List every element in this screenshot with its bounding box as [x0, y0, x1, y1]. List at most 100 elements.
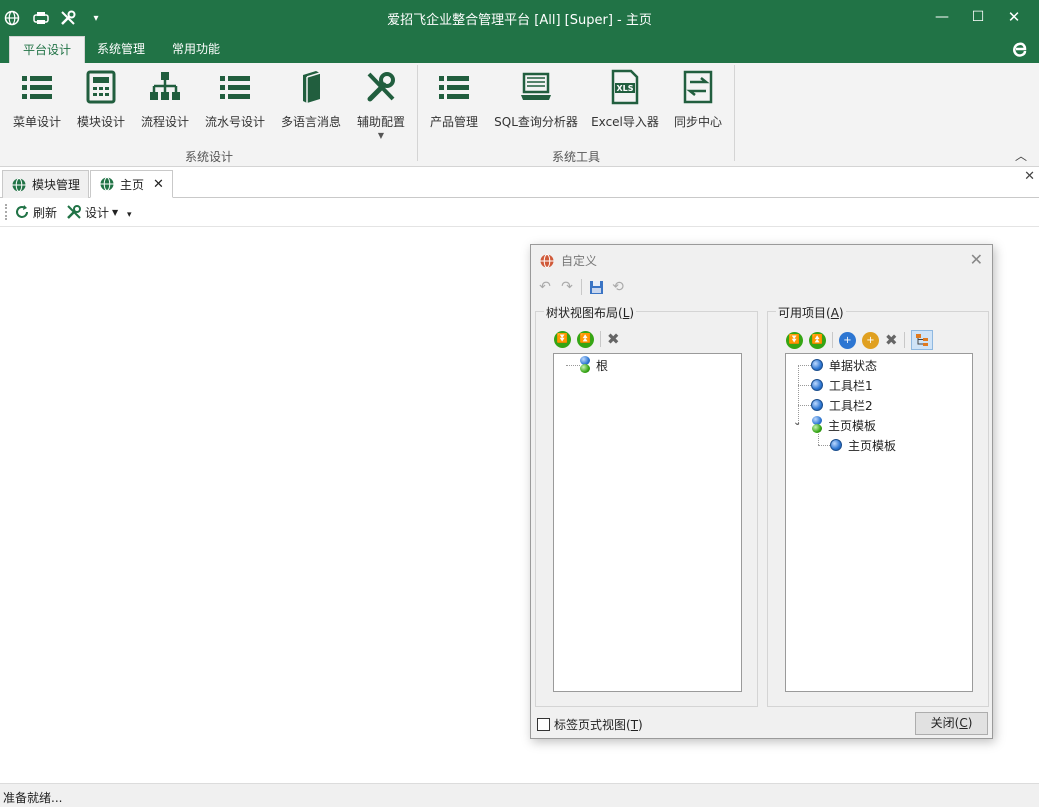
doc-tab-home[interactable]: 主页 ✕ — [90, 170, 173, 198]
dialog-toolbar: ↶ ↷ ⟲ — [537, 279, 626, 295]
toolbar-grip — [5, 204, 7, 220]
flow-design-button[interactable]: 流程设计 — [138, 69, 192, 149]
ribbon-tabs: 平台设计 系统管理 常用功能 — [0, 35, 1039, 63]
design-label: 设计 — [85, 205, 110, 220]
undo-icon[interactable]: ↶ — [537, 279, 553, 295]
dialog-close-icon[interactable]: ✕ — [970, 250, 983, 269]
delete-icon[interactable]: ✖ — [607, 330, 620, 348]
flow-design-label: 流程设计 — [140, 115, 189, 129]
expand-chevron-icon[interactable]: ⌄ — [793, 417, 801, 428]
dialog-title-bar: 自定义 — [539, 252, 597, 269]
group-separator — [734, 65, 735, 161]
auxiliary-config-label: 辅助配置 — [356, 115, 405, 129]
tree-layout-group: 树状视图布局(L) ⏬ ⏫ ✖ 根 — [535, 304, 758, 707]
sync-center-label: 同步中心 — [673, 115, 722, 129]
node-icon — [811, 399, 823, 411]
edge-logo-icon[interactable] — [1009, 39, 1029, 59]
design-dropdown-button[interactable]: 设计 ▼ — [66, 203, 118, 221]
reset-icon[interactable]: ⟲ — [610, 279, 626, 295]
chevron-down-icon: ▼ — [377, 131, 385, 140]
node-label: 工具栏2 — [829, 398, 873, 413]
group-separator — [417, 65, 418, 161]
tree-node[interactable]: 工具栏1 — [811, 376, 873, 394]
checkbox-label: 标签页式视图(T) — [554, 718, 643, 732]
tabbed-view-checkbox[interactable]: 标签页式视图(T) — [537, 716, 643, 733]
collapse-ribbon-icon[interactable]: ︿ — [1015, 147, 1027, 164]
excel-importer-button[interactable]: XLS Excel导入器 — [590, 69, 660, 149]
calculator-icon — [86, 70, 116, 104]
sync-center-button[interactable]: 同步中心 — [670, 69, 726, 149]
add-group-icon[interactable]: + — [862, 331, 879, 349]
node-icon — [812, 416, 822, 434]
hierarchy-view-icon[interactable] — [910, 330, 933, 350]
move-up-icon[interactable]: ⏫ — [577, 330, 594, 348]
list-icon — [439, 76, 469, 99]
globe-icon — [100, 177, 114, 191]
delete-icon[interactable]: ✖ — [885, 331, 898, 349]
available-items-group: 可用项目(A) ⏬ ⏫ + + ✖ 单据状态 工具栏1 工具栏2 ⌄ 主页模板 … — [767, 304, 989, 707]
tab-platform-design[interactable]: 平台设计 — [9, 36, 86, 63]
tab-system-management[interactable]: 系统管理 — [84, 36, 158, 63]
toolbar-separator — [832, 332, 833, 348]
node-label: 根 — [596, 358, 609, 373]
tree-node-root[interactable]: 根 — [580, 356, 608, 374]
sql-analyzer-button[interactable]: SQL查询分析器 — [492, 69, 580, 149]
close-tab-icon[interactable]: ✕ — [153, 177, 164, 192]
product-management-button[interactable]: 产品管理 — [426, 69, 482, 149]
tree-layout-group-label: 树状视图布局(L) — [544, 304, 637, 321]
tree-layout-view[interactable]: 根 — [553, 353, 742, 692]
status-text: 准备就绪... — [3, 791, 63, 805]
tree-layout-tools: ⏬ ⏫ ✖ — [554, 330, 620, 348]
serial-number-design-label: 流水号设计 — [204, 115, 265, 129]
tree-node[interactable]: 单据状态 — [811, 356, 877, 374]
doc-tab-module-management[interactable]: 模块管理 — [2, 170, 90, 198]
auxiliary-config-button[interactable]: 辅助配置 ▼ — [354, 69, 408, 149]
refresh-button[interactable]: 刷新 — [14, 203, 57, 221]
sql-analyzer-label: SQL查询分析器 — [494, 115, 578, 129]
tree-node-child[interactable]: 主页模板 — [830, 436, 896, 454]
available-items-view[interactable]: 单据状态 工具栏1 工具栏2 ⌄ 主页模板 主页模板 — [785, 353, 973, 692]
available-items-tools: ⏬ ⏫ + + ✖ — [786, 330, 933, 350]
window-close-button[interactable]: ✕ — [999, 6, 1029, 28]
ribbon: 菜单设计 模块设计 流程设计 流水号设计 多语言消息 辅助配置 ▼ 系统设计 产… — [0, 63, 1039, 167]
doc-tab-label: 主页 — [120, 177, 145, 192]
save-icon[interactable] — [588, 279, 604, 295]
tree-node[interactable]: 工具栏2 — [811, 396, 873, 414]
customize-dialog: 自定义 ✕ ↶ ↷ ⟲ 树状视图布局(L) ⏬ ⏫ ✖ 根 可用项目(A) ⏬ … — [530, 244, 993, 739]
redo-icon[interactable]: ↷ — [559, 279, 575, 295]
document-tabs: 模块管理 主页 ✕ ✕ — [0, 167, 1039, 198]
product-management-label: 产品管理 — [429, 115, 478, 129]
globe-icon — [12, 177, 26, 192]
add-item-icon[interactable]: + — [839, 331, 856, 349]
tree-node-expanded[interactable]: 主页模板 — [812, 416, 876, 434]
tree-connector — [798, 365, 811, 366]
list-icon — [220, 76, 250, 99]
group-label-system-tools: 系统工具 — [551, 150, 600, 164]
tools-icon — [367, 72, 395, 102]
tree-connector — [798, 365, 799, 425]
laptop-icon — [521, 72, 551, 100]
multi-language-button[interactable]: 多语言消息 — [278, 69, 344, 149]
node-icon — [830, 439, 842, 451]
dialog-title: 自定义 — [561, 254, 598, 268]
title-bar: ▾ 爱招飞企业整合管理平台 [All] [Super] - 主页 — ☐ ✕ — [0, 0, 1039, 35]
tab-common-functions[interactable]: 常用功能 — [159, 36, 233, 63]
move-down-icon[interactable]: ⏬ — [554, 330, 571, 348]
move-up-icon[interactable]: ⏫ — [809, 331, 826, 349]
menu-design-label: 菜单设计 — [12, 115, 61, 129]
maximize-button[interactable]: ☐ — [963, 6, 993, 28]
toolbar-separator — [600, 331, 601, 347]
minimize-button[interactable]: — — [927, 6, 957, 28]
checkbox-box[interactable] — [537, 718, 550, 731]
refresh-icon — [16, 205, 28, 218]
status-bar: 准备就绪... — [0, 783, 1039, 807]
toolbar-separator — [581, 279, 582, 295]
toolbar-overflow-icon[interactable]: ▾ — [127, 210, 132, 220]
close-button[interactable]: 关闭(C) — [915, 712, 988, 735]
menu-design-button[interactable]: 菜单设计 — [10, 69, 64, 149]
close-all-icon[interactable]: ✕ — [1024, 169, 1035, 184]
window-title: 爱招飞企业整合管理平台 [All] [Super] - 主页 — [387, 13, 652, 28]
move-down-icon[interactable]: ⏬ — [786, 331, 803, 349]
module-design-button[interactable]: 模块设计 — [74, 69, 128, 149]
serial-number-design-button[interactable]: 流水号设计 — [202, 69, 268, 149]
